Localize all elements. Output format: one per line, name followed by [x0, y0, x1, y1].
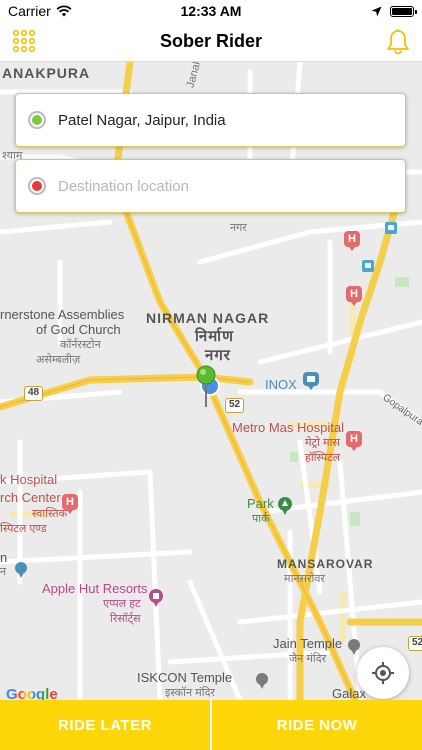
- map-pin-icon[interactable]: [14, 562, 28, 578]
- map-label-iskcon: ISKCON Temple: [137, 670, 233, 685]
- destination-placeholder: Destination location: [58, 177, 189, 195]
- bottom-action-bar: RIDE LATER RIDE NOW: [0, 700, 422, 750]
- crosshair-icon: [372, 662, 394, 684]
- map-label-park: Park: [247, 496, 274, 511]
- map-label-nirman-nagar: NIRMAN NAGAR: [146, 310, 270, 326]
- park-pin-icon[interactable]: [277, 497, 293, 515]
- map-label-mansarovar: MANSAROVAR: [277, 557, 374, 571]
- destination-dot-icon: [28, 177, 46, 195]
- map-label-k-hospital: k Hospital: [0, 472, 58, 487]
- grid-dots-icon[interactable]: [12, 29, 36, 53]
- map-label-apple-hut: Apple Hut Resorts: [42, 581, 148, 596]
- map-label-left-n: n: [0, 550, 8, 565]
- map-label-inox: INOX: [265, 377, 297, 392]
- pickup-dot-icon: [28, 111, 46, 129]
- carrier-label: Carrier: [8, 3, 51, 19]
- transit-icon[interactable]: [362, 260, 374, 272]
- status-left: Carrier: [8, 3, 72, 19]
- map-label-left-hi: न: [0, 566, 7, 578]
- transit-icon[interactable]: [385, 222, 397, 234]
- pickup-location-field[interactable]: Patel Nagar, Jaipur, India: [15, 93, 406, 147]
- map-label-nagar-top: नगर: [230, 222, 247, 234]
- app-root: Carrier 12:33 AM Sober Rider ANAKPURA Ja…: [0, 0, 422, 750]
- map-label-rch-center: rch Center: [0, 490, 61, 505]
- hospital-pin-icon[interactable]: H: [346, 286, 362, 306]
- bell-icon[interactable]: [384, 28, 412, 56]
- map-view[interactable]: ANAKPURA Janak श्याम नगर NIRMAN NAGAR नि…: [0, 62, 422, 700]
- map-label-metro-mas-hi-2: हॉस्पिटल: [305, 452, 341, 464]
- map-label-cornerstone-1: rnerstone Assemblies: [0, 307, 125, 322]
- location-arrow-icon: [371, 6, 382, 16]
- my-location-button[interactable]: [357, 647, 409, 699]
- map-label-cornerstone-hi-2: असेम्बलीज़: [36, 354, 81, 366]
- cinema-pin-icon[interactable]: [303, 372, 319, 390]
- status-right: [371, 5, 417, 17]
- map-label-park-hi: पार्क: [252, 513, 270, 525]
- wifi-icon: [56, 5, 72, 17]
- map-label-apple-hut-hi-2: रिसॉर्ट्स: [110, 613, 141, 625]
- ride-later-button[interactable]: RIDE LATER: [0, 700, 210, 750]
- map-label-metro-mas: Metro Mas Hospital: [232, 420, 344, 435]
- map-label-mansarovar-hi: मानसरोवर: [284, 573, 325, 585]
- resort-pin-icon[interactable]: [148, 589, 164, 607]
- page-title: Sober Rider: [159, 31, 263, 51]
- map-label-iskcon-hi: इस्कॉन मंदिर: [165, 687, 215, 699]
- temple-pin-icon[interactable]: [255, 673, 269, 689]
- map-label-k-hospital-hi-2: स्पिटल एण्ड: [0, 523, 47, 535]
- destination-location-field[interactable]: Destination location: [15, 159, 406, 213]
- map-label-anakpura: ANAKPURA: [2, 65, 91, 81]
- ride-now-button[interactable]: RIDE NOW: [212, 700, 422, 750]
- map-label-nirman-hi-1: निर्माण: [195, 328, 234, 345]
- hospital-pin-icon[interactable]: H: [62, 494, 78, 514]
- road-badge-52b: 52: [408, 636, 422, 651]
- hospital-pin-icon[interactable]: H: [346, 431, 362, 451]
- nav-bar: Sober Rider: [0, 22, 422, 62]
- map-label-k-hospital-hi-1: स्वास्तिक: [32, 508, 68, 520]
- map-label-jain-temple: Jain Temple: [273, 636, 343, 651]
- map-label-nirman-hi-2: नगर: [205, 347, 231, 364]
- map-roads: [0, 62, 422, 700]
- battery-icon: [390, 5, 417, 17]
- pickup-location-text: Patel Nagar, Jaipur, India: [58, 111, 226, 129]
- map-label-metro-mas-hi-1: मेट्रो मास: [305, 437, 340, 449]
- hospital-pin-icon[interactable]: H: [344, 231, 360, 251]
- status-bar: Carrier 12:33 AM: [0, 0, 422, 22]
- road-badge-52: 52: [225, 398, 245, 413]
- map-label-cornerstone-hi-1: कॉर्नरस्टोन: [60, 339, 101, 351]
- temple-pin-icon[interactable]: [347, 639, 361, 655]
- road-badge-48: 48: [24, 386, 44, 401]
- map-label-cornerstone-2: of God Church: [36, 322, 121, 337]
- map-label-jain-temple-hi: जैन मंदिर: [289, 653, 327, 665]
- status-time: 12:33 AM: [180, 3, 242, 19]
- map-label-apple-hut-hi-1: एप्पल हट: [103, 598, 141, 610]
